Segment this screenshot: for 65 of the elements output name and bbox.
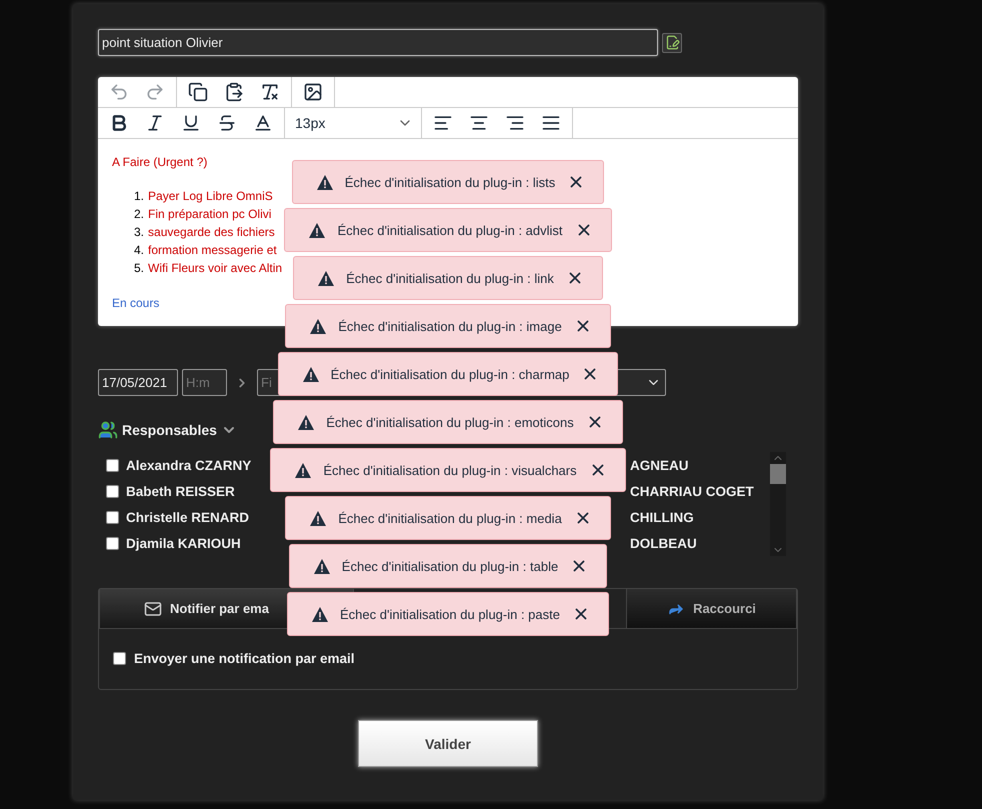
person-name: Babeth REISSER bbox=[126, 484, 235, 498]
section-title: Responsables bbox=[122, 422, 217, 438]
checkbox[interactable] bbox=[106, 536, 119, 550]
subject-field[interactable]: point situation Olivier bbox=[98, 29, 658, 56]
checkbox[interactable] bbox=[106, 458, 119, 472]
person-name: Christelle RENARD bbox=[126, 510, 250, 524]
tab[interactable]: Raccourci bbox=[626, 589, 797, 628]
heading-text: A Faire (Urgent ?) bbox=[112, 154, 208, 171]
item-number: 2. bbox=[134, 206, 144, 223]
person-name: CHILLING bbox=[630, 510, 694, 524]
item-number: 3. bbox=[134, 224, 144, 241]
item-number: 1. bbox=[134, 188, 144, 205]
underline-icon bbox=[181, 113, 201, 133]
warning-icon bbox=[318, 270, 334, 286]
warning-icon bbox=[310, 318, 326, 334]
undo-icon bbox=[109, 82, 129, 102]
scrollbar[interactable] bbox=[770, 452, 786, 556]
person-name: Alexandra CZARNY bbox=[126, 458, 252, 472]
warning-icon bbox=[295, 462, 312, 478]
strike-icon bbox=[217, 113, 237, 133]
notification-message: Échec d'initialisation du plug-in : emoticons bbox=[326, 414, 574, 430]
task-text: sauvegarde des fichiers bbox=[148, 224, 275, 241]
notification-message: Échec d'initialisation du plug-in : advlist bbox=[337, 222, 563, 238]
checkbox[interactable] bbox=[106, 484, 119, 498]
warning-icon bbox=[298, 414, 314, 430]
start-date-field[interactable]: 17/05/2021 bbox=[98, 369, 178, 396]
paste-icon bbox=[224, 82, 244, 102]
start-time-field[interactable]: H:m bbox=[182, 369, 227, 396]
notification-message: Échec d'initialisation du plug-in : link bbox=[346, 270, 554, 286]
clear-format-icon bbox=[260, 82, 280, 102]
task-text: Payer Log Libre OmniS bbox=[148, 188, 273, 205]
person-name: AGNEAU bbox=[630, 458, 689, 472]
scroll-thumb[interactable] bbox=[770, 464, 786, 484]
notification-message: Échec d'initialisation du plug-in : lists bbox=[344, 174, 556, 190]
warning-icon bbox=[316, 174, 333, 190]
person-name: Djamila KARIOUH bbox=[126, 536, 241, 550]
person-name: DOLBEAU bbox=[630, 536, 697, 550]
section-text: En cours bbox=[112, 295, 160, 312]
checkbox[interactable] bbox=[106, 510, 119, 524]
notification-message: Échec d'initialisation du plug-in : charmap bbox=[330, 366, 570, 382]
warning-icon bbox=[309, 222, 326, 238]
font-size-select[interactable]: 13px bbox=[289, 108, 417, 138]
person-name: CHARRIAU COGET bbox=[630, 484, 754, 498]
warning-icon bbox=[312, 606, 328, 622]
redo-icon bbox=[145, 82, 165, 102]
users-icon bbox=[98, 420, 118, 440]
copy-icon bbox=[188, 82, 208, 102]
warning-icon bbox=[310, 510, 326, 526]
task-text: formation messagerie et bbox=[148, 242, 277, 259]
task-text: Wifi Fleurs voir avec Altin bbox=[148, 260, 282, 277]
notification-message: Échec d'initialisation du plug-in : table bbox=[342, 558, 558, 574]
notification-message: Échec d'initialisation du plug-in : media bbox=[338, 510, 562, 526]
checkbox[interactable] bbox=[113, 652, 126, 665]
item-number: 4. bbox=[134, 242, 144, 259]
image-icon bbox=[303, 82, 323, 102]
notification-message: Échec d'initialisation du plug-in : visualchars bbox=[323, 462, 577, 478]
text-color-icon bbox=[253, 113, 273, 133]
task-text: Fin préparation pc Olivi bbox=[148, 206, 272, 223]
item-number: 5. bbox=[134, 260, 144, 277]
submit-button[interactable]: Valider bbox=[358, 720, 538, 767]
edit-note-button[interactable] bbox=[662, 32, 682, 52]
warning-icon bbox=[314, 558, 330, 574]
checkbox-label: Envoyer une notification par email bbox=[134, 651, 355, 666]
envelope-icon bbox=[144, 600, 162, 618]
warning-icon bbox=[302, 366, 319, 382]
